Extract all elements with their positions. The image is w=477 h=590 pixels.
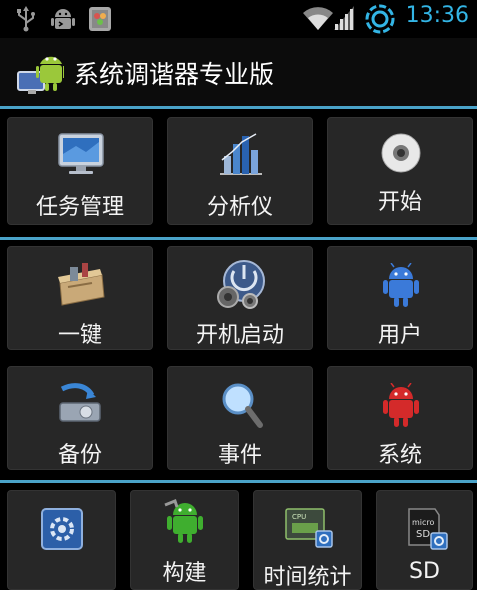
app-title-bar: 系统调谐器专业版 <box>0 38 477 106</box>
blue-settings-icon <box>41 508 83 550</box>
backup-label: 备份 <box>57 443 102 468</box>
row-separator-1 <box>0 237 477 240</box>
system-button[interactable]: 系统 <box>327 366 473 470</box>
usb-icon <box>17 6 35 32</box>
one-click-button[interactable]: 一键 <box>7 246 153 350</box>
red-android-icon <box>383 383 419 427</box>
monitor-icon <box>58 133 104 174</box>
blue-android-icon <box>383 263 419 307</box>
analyzer-button[interactable]: 分析仪 <box>167 117 313 225</box>
start-label: 开始 <box>377 190 422 215</box>
toolbox-icon <box>58 263 105 306</box>
svg-text:SD: SD <box>416 529 430 540</box>
time-stats-label: 时间统计 <box>263 565 352 590</box>
backup-button[interactable]: 备份 <box>7 366 153 470</box>
power-gear-icon <box>217 260 265 309</box>
app-notification-icon <box>89 7 111 31</box>
analyzer-label: 分析仪 <box>206 195 273 220</box>
android-debug-icon <box>51 9 75 29</box>
bar-chart-icon <box>220 133 262 175</box>
header-separator <box>0 106 477 109</box>
android-tools-icon <box>164 499 203 543</box>
events-button[interactable]: 事件 <box>167 366 313 470</box>
sd-button[interactable]: micro SD SD <box>376 490 473 590</box>
cpu-chip-icon: CPU <box>285 508 333 548</box>
sd-label: SD <box>409 559 440 584</box>
time-stats-button[interactable]: CPU 时间统计 <box>253 490 362 590</box>
android-monitor-app-icon <box>17 56 64 94</box>
magnifier-icon <box>222 383 263 428</box>
build-label: 构建 <box>162 561 207 586</box>
sync-icon <box>365 4 395 34</box>
system-label: 系统 <box>377 443 422 468</box>
settings-tile-button[interactable] <box>7 490 116 590</box>
signal-icon <box>334 6 354 30</box>
backup-disk-icon <box>59 383 101 422</box>
startup-button[interactable]: 开机启动 <box>167 246 313 350</box>
user-button[interactable]: 用户 <box>327 246 473 350</box>
events-label: 事件 <box>217 443 262 468</box>
start-button[interactable]: 开始 <box>327 117 473 225</box>
one-click-label: 一键 <box>57 323 102 348</box>
task-manager-label: 任务管理 <box>35 195 124 220</box>
app-title: 系统调谐器专业版 <box>74 60 275 89</box>
wifi-icon <box>303 7 333 30</box>
disc-icon <box>381 133 421 173</box>
svg-text:CPU: CPU <box>292 513 306 521</box>
startup-label: 开机启动 <box>195 323 284 348</box>
task-manager-button[interactable]: 任务管理 <box>7 117 153 225</box>
build-button[interactable]: 构建 <box>130 490 239 590</box>
row-separator-2 <box>0 480 477 483</box>
user-label: 用户 <box>377 323 422 348</box>
clock: 13:36 <box>405 3 469 28</box>
micro-sd-icon: micro SD <box>408 508 448 550</box>
status-bar: 13:36 <box>0 0 477 38</box>
svg-text:micro: micro <box>412 518 435 527</box>
